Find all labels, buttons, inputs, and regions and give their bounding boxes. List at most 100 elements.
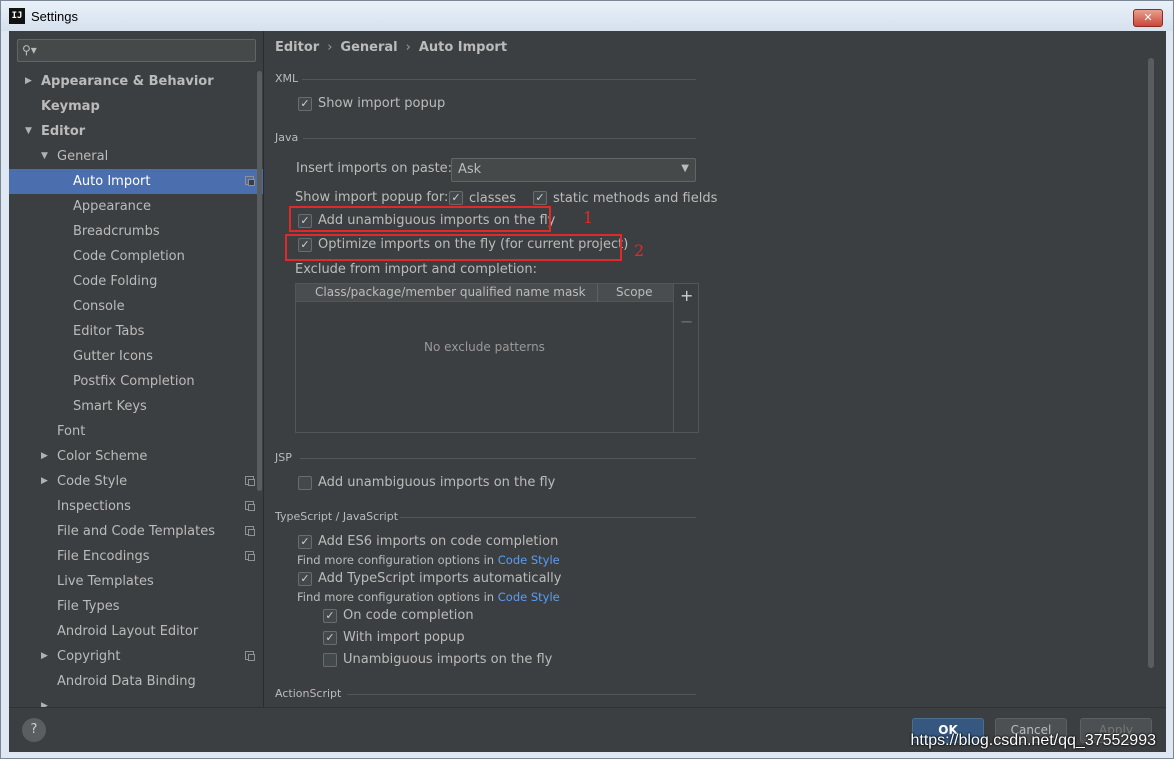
section-divider (303, 138, 696, 139)
chevron-right-icon[interactable]: ▶ (41, 694, 48, 707)
sidebar-item-label: Breadcrumbs (73, 224, 160, 239)
sidebar-item[interactable]: File and Code Templates (9, 519, 263, 544)
sidebar-item[interactable]: ▼ Editor (9, 119, 263, 144)
intellij-app-icon: IJ (9, 8, 25, 24)
show-import-popup-label: Show import popup (318, 96, 446, 111)
chevron-right-icon[interactable]: ▶ (25, 69, 32, 94)
code-style-link[interactable]: Code Style (498, 590, 560, 604)
es6-imports-label: Add ES6 imports on code completion (318, 534, 559, 549)
with-import-popup-checkbox[interactable]: ✓ (323, 631, 337, 645)
typescript-imports-label: Add TypeScript imports automatically (318, 571, 562, 586)
sidebar-item[interactable]: ▼ General (9, 144, 263, 169)
sidebar-item[interactable]: Auto Import (9, 169, 263, 194)
sidebar-item[interactable]: Console (9, 294, 263, 319)
exclude-patterns-table[interactable]: Class/package/member qualified name mask… (295, 283, 699, 433)
sidebar-item[interactable]: Editor Tabs (9, 319, 263, 344)
sidebar-item-label: Smart Keys (73, 399, 147, 414)
exclude-label: Exclude from import and completion: (295, 262, 537, 277)
table-header: Class/package/member qualified name mask… (296, 284, 673, 302)
sidebar-item[interactable]: Gutter Icons (9, 344, 263, 369)
sidebar-item-label: File Encodings (57, 549, 150, 564)
window-title: Settings (31, 9, 78, 24)
unambiguous-imports-checkbox[interactable] (323, 653, 337, 667)
sidebar-item[interactable]: Breadcrumbs (9, 219, 263, 244)
sidebar-item[interactable]: ▶ Code Style (9, 469, 263, 494)
sidebar-item[interactable]: Code Completion (9, 244, 263, 269)
sidebar-item[interactable]: ▶ (9, 694, 263, 707)
sidebar-item-label: Appearance & Behavior (41, 74, 214, 89)
add-pattern-button[interactable]: + (680, 286, 693, 305)
annotation-number-1: 1 (583, 208, 594, 227)
sidebar-item-label: Code Style (57, 474, 128, 489)
content-scrollbar[interactable] (1148, 58, 1154, 668)
dialog-footer: ? OK Cancel Apply https://blog.csdn.net/… (9, 707, 1166, 752)
sidebar-item[interactable]: Android Data Binding (9, 669, 263, 694)
insert-imports-label: Insert imports on paste: (296, 161, 453, 176)
sidebar-item[interactable]: ▶ Copyright (9, 644, 263, 669)
static-methods-checkbox[interactable]: ✓ (533, 191, 547, 205)
sidebar-item-label: Copyright (57, 649, 121, 664)
sidebar-item[interactable]: Code Folding (9, 269, 263, 294)
on-code-completion-checkbox[interactable]: ✓ (323, 609, 337, 623)
section-divider (400, 517, 696, 518)
annotation-box-1 (289, 206, 551, 232)
title-bar: IJ Settings ✕ (1, 1, 1173, 31)
breadcrumb-separator: › (327, 40, 333, 55)
es6-imports-checkbox[interactable]: ✓ (298, 535, 312, 549)
sidebar-item[interactable]: Font (9, 419, 263, 444)
jsp-add-unambiguous-label: Add unambiguous imports on the fly (318, 475, 556, 490)
breadcrumb-editor: Editor (275, 40, 320, 55)
sidebar-item[interactable]: Smart Keys (9, 394, 263, 419)
sidebar-item-label: Auto Import (73, 174, 151, 189)
chevron-right-icon[interactable]: ▶ (41, 444, 48, 469)
column-header-scope[interactable]: Scope (616, 285, 653, 299)
jsp-add-unambiguous-checkbox[interactable] (298, 476, 312, 490)
table-toolbar-divider (673, 284, 674, 432)
show-import-popup-checkbox[interactable]: ✓ (298, 97, 312, 111)
chevron-right-icon[interactable]: ▶ (41, 644, 48, 669)
sidebar-item-label: Postfix Completion (73, 374, 195, 389)
typescript-imports-checkbox[interactable]: ✓ (298, 572, 312, 586)
section-divider (302, 79, 696, 80)
annotation-box-2 (285, 234, 622, 261)
find-more-prefix: Find more configuration options in (297, 590, 498, 604)
sidebar-item-label: Editor (41, 124, 86, 139)
classes-checkbox[interactable]: ✓ (449, 191, 463, 205)
insert-imports-dropdown[interactable]: Ask ▼ (451, 158, 696, 182)
sidebar-item-label: Inspections (57, 499, 131, 514)
sidebar-item-label: Gutter Icons (73, 349, 153, 364)
sidebar-item-label: Android Data Binding (57, 674, 196, 689)
sidebar-item-label: Console (73, 299, 125, 314)
sidebar-item[interactable]: Android Layout Editor (9, 619, 263, 644)
code-style-link[interactable]: Code Style (498, 553, 560, 567)
breadcrumb-auto-import: Auto Import (418, 40, 508, 55)
close-window-button[interactable]: ✕ (1133, 9, 1163, 27)
sidebar-item[interactable]: ▶ Color Scheme (9, 444, 263, 469)
chevron-down-icon[interactable]: ▼ (25, 119, 32, 144)
sidebar-item[interactable]: Inspections (9, 494, 263, 519)
sidebar-item[interactable]: ▶ Appearance & Behavior (9, 69, 263, 94)
with-import-popup-label: With import popup (343, 630, 465, 645)
sidebar-item[interactable]: Appearance (9, 194, 263, 219)
settings-content: Editor › General › Auto Import XML ✓ Show im… (265, 31, 1166, 707)
sidebar-item[interactable]: File Types (9, 594, 263, 619)
sidebar-item[interactable]: Keymap (9, 94, 263, 119)
column-header-mask[interactable]: Class/package/member qualified name mask (315, 285, 586, 299)
sidebar-scrollbar[interactable] (257, 71, 262, 491)
settings-search-input[interactable]: ⚲▾ (17, 39, 256, 62)
section-title-xml: XML (275, 72, 299, 85)
section-title-jsp: JSP (275, 451, 292, 464)
sidebar-item[interactable]: Postfix Completion (9, 369, 263, 394)
settings-tree: ▶ Appearance & Behavior Keymap ▼ Editor ▼ Gene… (9, 69, 263, 707)
sidebar-item[interactable]: File Encodings (9, 544, 263, 569)
sidebar-item[interactable]: Live Templates (9, 569, 263, 594)
chevron-right-icon[interactable]: ▶ (41, 469, 48, 494)
unambiguous-imports-label: Unambiguous imports on the fly (343, 652, 553, 667)
search-icon: ⚲▾ (22, 43, 37, 57)
dialog-client: ⚲▾ ▶ Appearance & Behavior Keymap ▼ Editor ▼ G… (9, 31, 1166, 752)
help-button[interactable]: ? (22, 718, 46, 742)
section-title-actionscript: ActionScript (275, 687, 342, 700)
on-code-completion-label: On code completion (343, 608, 474, 623)
chevron-down-icon[interactable]: ▼ (41, 144, 48, 169)
remove-pattern-button[interactable]: − (680, 312, 693, 331)
